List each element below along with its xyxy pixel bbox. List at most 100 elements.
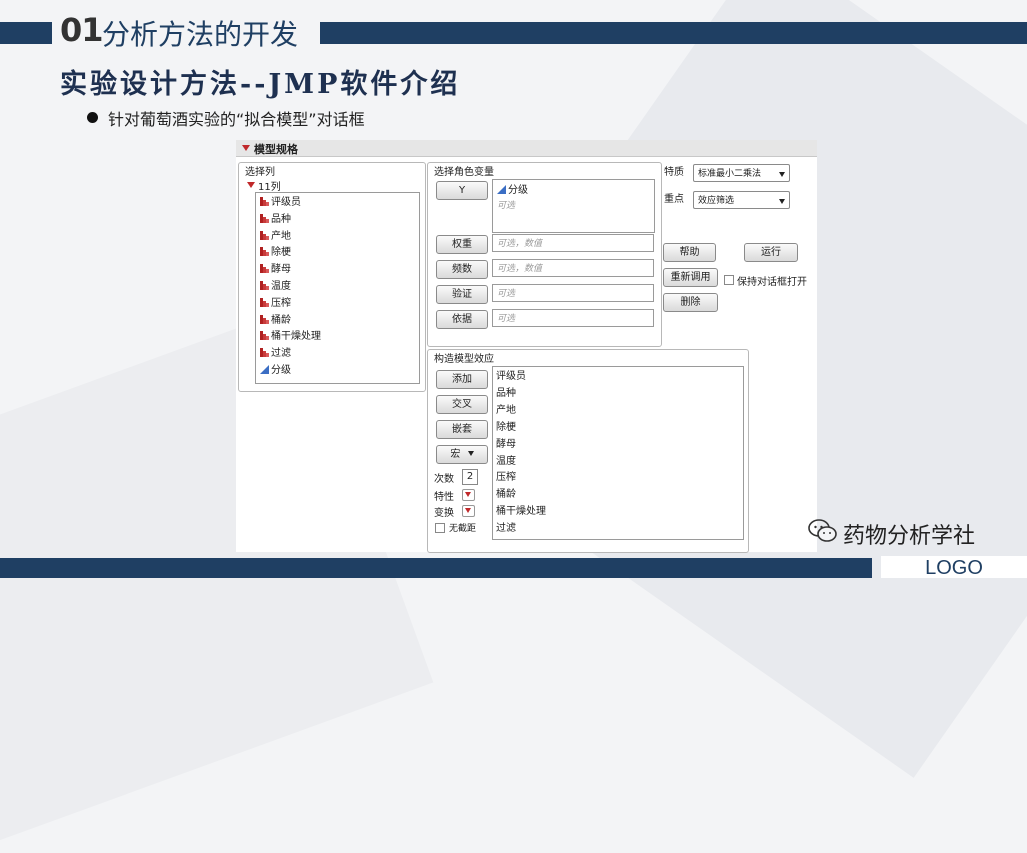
column-list-item[interactable]: 除梗	[260, 246, 291, 260]
dropdown-triangle-icon	[465, 508, 471, 513]
effect-list-item[interactable]: 桶干燥处理	[496, 505, 546, 519]
column-name: 品种	[271, 213, 291, 225]
column-name: 温度	[271, 281, 291, 292]
emphasis-select[interactable]: 效应筛选	[693, 191, 790, 209]
effect-list-item[interactable]: 温度	[496, 455, 516, 469]
cast-roles-label: 选择角色变量	[434, 167, 494, 178]
nominal-icon	[260, 348, 269, 358]
cast-roles-group: 选择角色变量 Y 分级 可选 权重 可选，数值 频数 可选，数值 验证 可选 依据 可选	[427, 162, 662, 347]
personality-select[interactable]: 标准最小二乘法	[693, 164, 790, 182]
y-role-item[interactable]: 分级	[497, 184, 528, 198]
y-role-box[interactable]: 分级 可选	[492, 179, 655, 233]
continuous-icon	[497, 185, 506, 194]
role-button[interactable]: 依据	[436, 310, 488, 329]
section-title: 分析方法的开发	[102, 18, 299, 51]
chevron-down-icon	[779, 199, 785, 204]
column-count-label: 11列	[258, 182, 281, 193]
column-name: 除梗	[271, 247, 291, 259]
column-list[interactable]: 评级员品种产地除梗酵母温度压榨桶龄桶干燥处理过滤分级	[255, 192, 420, 384]
personality-label: 特质	[664, 167, 684, 178]
role-field[interactable]: 可选	[492, 309, 654, 327]
nominal-icon	[260, 230, 269, 240]
nominal-icon	[260, 197, 269, 206]
column-list-item[interactable]: 产地	[260, 230, 291, 244]
chevron-down-icon	[779, 172, 785, 177]
transform-dropdown[interactable]	[462, 505, 475, 517]
keep-open-label: 保持对话框打开	[737, 277, 807, 288]
dialog-title: 模型规格	[254, 143, 298, 156]
select-columns-label: 选择列	[245, 167, 275, 178]
run-button[interactable]: 运行	[744, 243, 798, 262]
macros-label: 宏	[450, 449, 461, 460]
macros-button[interactable]: 宏	[436, 445, 488, 464]
column-list-item[interactable]: 品种	[260, 213, 291, 227]
column-list-item[interactable]: 评级员	[260, 196, 301, 210]
effect-list-item[interactable]: 评级员	[496, 370, 526, 384]
column-list-item[interactable]: 桶龄	[260, 314, 291, 328]
effect-list-item[interactable]: 酵母	[496, 438, 516, 452]
nest-button[interactable]: 嵌套	[436, 420, 488, 439]
footer-bar	[0, 558, 872, 578]
column-name: 压榨	[271, 297, 291, 309]
keep-open-checkbox[interactable]	[724, 275, 734, 285]
remove-button[interactable]: 删除	[663, 293, 718, 312]
recall-button[interactable]: 重新调用	[663, 268, 718, 287]
role-field[interactable]: 可选，数值	[492, 259, 654, 277]
nominal-icon	[260, 297, 269, 307]
transform-label: 变换	[434, 508, 454, 519]
model-effects-group: 构造模型效应 添加 交叉 嵌套 宏 次数 2 特性 变换 无截距 评级员 品种 产地…	[427, 349, 749, 553]
bullet-icon	[87, 112, 98, 123]
column-list-item[interactable]: 温度	[260, 280, 291, 294]
disclosure-triangle-icon[interactable]	[242, 145, 250, 151]
role-button[interactable]: 验证	[436, 285, 488, 304]
role-button[interactable]: 权重	[436, 235, 488, 254]
y-role-value: 分级	[508, 185, 528, 196]
header-bar-right	[320, 22, 1027, 44]
dropdown-triangle-icon	[465, 492, 471, 497]
columns-disclosure-icon[interactable]	[247, 182, 255, 188]
effect-list-item[interactable]: 压榨	[496, 471, 516, 485]
effect-list-item[interactable]: 过滤	[496, 522, 516, 536]
section-number: 01	[60, 11, 104, 49]
attributes-dropdown[interactable]	[462, 489, 475, 501]
column-list-item[interactable]: 酵母	[260, 263, 291, 277]
model-spec-dialog: 模型规格 选择列 11列 评级员 品种 产地 除梗 酵母 温度 压榨 桶龄 桶干燥处理 过滤 分级 …	[236, 140, 817, 553]
y-optional-hint: 可选	[497, 201, 516, 211]
no-intercept-label: 无截距	[449, 524, 477, 534]
column-name: 酵母	[271, 264, 291, 276]
help-button[interactable]: 帮助	[663, 243, 716, 262]
effect-list-item[interactable]: 品种	[496, 387, 516, 401]
header-bar-left	[0, 22, 52, 44]
nominal-icon	[260, 281, 269, 290]
column-name: 桶干燥处理	[271, 331, 321, 343]
role-field[interactable]: 可选	[492, 284, 654, 302]
column-list-item[interactable]: 桶干燥处理	[260, 330, 321, 344]
bullet-text: 针对葡萄酒实验的“拟合模型”对话框	[108, 110, 365, 129]
add-button[interactable]: 添加	[436, 370, 488, 389]
effect-list-item[interactable]: 产地	[496, 404, 516, 418]
column-name: 产地	[271, 230, 291, 242]
degree-label: 次数	[434, 474, 454, 485]
nominal-icon	[260, 331, 269, 341]
y-role-button[interactable]: Y	[436, 181, 488, 200]
slide-subtitle: 实验设计方法--JMP软件介绍	[60, 69, 461, 100]
chevron-down-icon	[467, 451, 474, 456]
continuous-icon	[260, 365, 269, 374]
role-field[interactable]: 可选，数值	[492, 234, 654, 252]
no-intercept-checkbox[interactable]	[435, 523, 445, 533]
role-button[interactable]: 频数	[436, 260, 488, 279]
column-list-item[interactable]: 压榨	[260, 297, 291, 311]
wechat-icon	[808, 519, 837, 542]
column-list-item[interactable]: 过滤	[260, 347, 291, 361]
model-effects-list[interactable]: 评级员品种产地除梗酵母温度压榨桶龄桶干燥处理过滤	[492, 366, 744, 540]
degree-input[interactable]: 2	[462, 469, 478, 485]
effect-list-item[interactable]: 桶龄	[496, 488, 516, 502]
column-name: 评级员	[271, 197, 301, 208]
footer-logo: LOGO	[881, 556, 1027, 579]
column-list-item[interactable]: 分级	[260, 364, 291, 378]
effect-list-item[interactable]: 除梗	[496, 421, 516, 435]
nominal-icon	[260, 213, 269, 223]
column-name: 过滤	[271, 348, 291, 360]
cross-button[interactable]: 交叉	[436, 395, 488, 414]
nominal-icon	[260, 314, 269, 324]
